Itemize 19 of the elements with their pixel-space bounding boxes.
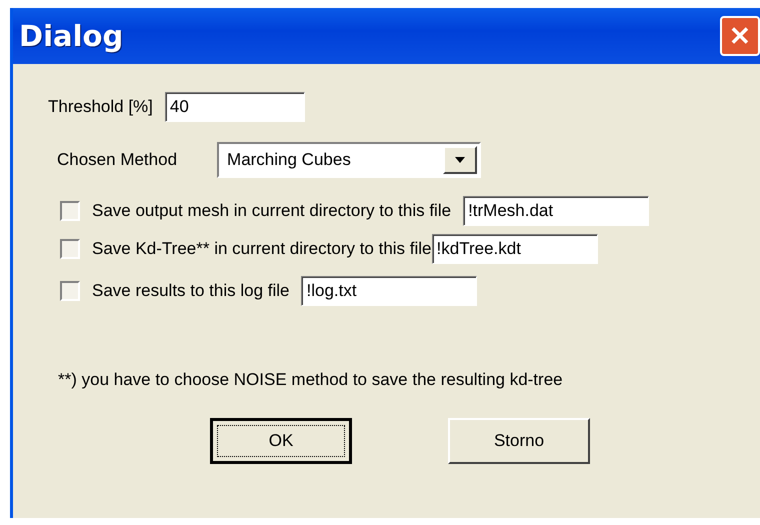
file-field[interactable]: !log.txt — [301, 276, 478, 306]
cancel-button[interactable]: Storno — [448, 418, 590, 464]
dropdown-arrow-icon — [455, 157, 466, 163]
method-dropdown[interactable]: Marching Cubes — [217, 142, 482, 178]
file-field[interactable]: !kdTree.kdt — [432, 234, 598, 264]
close-button[interactable]: ✕ — [720, 16, 760, 56]
option-label: Save Kd-Tree** in current directory to this file — [92, 239, 432, 259]
option-label: Save results to this log file — [92, 281, 290, 301]
checkbox[interactable] — [60, 281, 80, 301]
window-title: Dialog — [19, 19, 124, 53]
ok-button[interactable]: OK — [210, 418, 352, 464]
method-label: Chosen Method — [57, 150, 178, 170]
threshold-field[interactable]: 40 — [164, 92, 305, 122]
checkbox[interactable] — [60, 239, 80, 259]
file-field[interactable]: !trMesh.dat — [463, 196, 650, 226]
note-text: **) you have to choose NOISE method to save the resulting kd-tree — [58, 370, 563, 390]
threshold-label: Threshold [%] — [48, 97, 153, 117]
checkbox[interactable] — [60, 201, 80, 221]
option-label: Save output mesh in current directory to this file — [92, 201, 452, 221]
